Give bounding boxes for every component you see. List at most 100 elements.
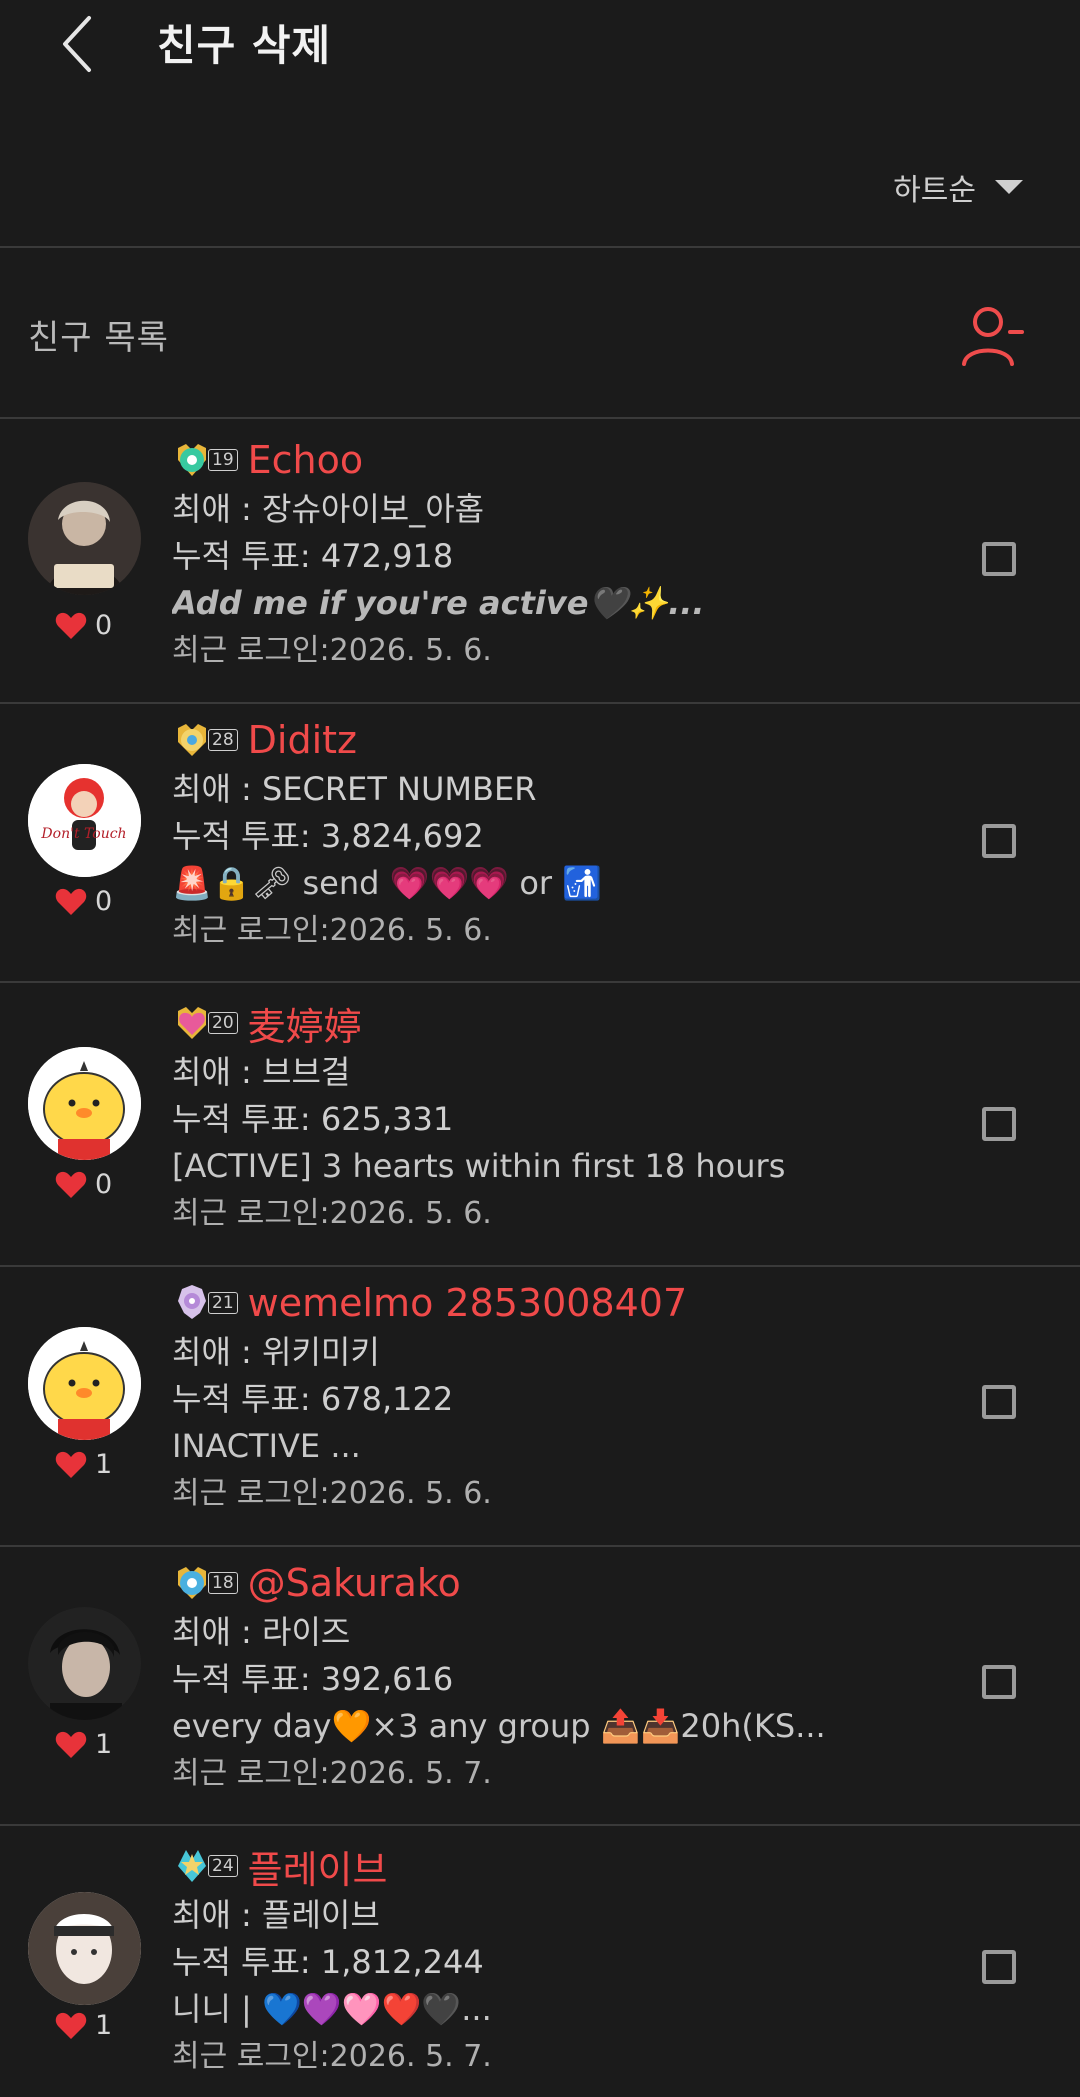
friend-row[interactable]: 0 19 Echoo 최애 : 장슈아이보_아홉 누적 투표: 472,918 …: [0, 420, 1080, 704]
back-button[interactable]: [55, 14, 105, 74]
status-message: 니니 | 💙💜🩷❤️🖤...: [172, 1990, 492, 2028]
avatar[interactable]: [28, 1892, 141, 2005]
svg-text:Don't Touch: Don't Touch: [40, 826, 126, 842]
friend-row[interactable]: 1 24 플레이브 최애 : 플레이브 누적 투표: 1,812,244 니니 …: [0, 1826, 1080, 2086]
avatar[interactable]: [28, 1607, 141, 1720]
friend-name: 플레이브: [247, 1847, 388, 1892]
select-checkbox[interactable]: [982, 542, 1016, 576]
avatar[interactable]: [28, 482, 141, 595]
user-minus-icon: [962, 307, 1024, 366]
app-screen: 친구 삭제 하트순 친구 목록 0 19 Echoo 최애: 장슈아이보_아홉…: [0, 0, 1080, 2097]
level-emblem-icon: [178, 1007, 206, 1039]
friend-row[interactable]: Don't Touch 0 28 Diditz 최애: SECRET NUMB…: [0, 704, 1080, 983]
friend-info: 18 @Sakurako 최애 : 라이즈 누적 투표: 392,616 eve…: [172, 1557, 950, 1797]
avatar-dont-touch-icon: Don't Touch: [28, 764, 141, 877]
level-emblem-icon: [178, 444, 206, 476]
heart-count-group: 0: [55, 886, 112, 917]
friend-name: 麦婷婷: [247, 1004, 362, 1049]
heart-count-group: 1: [55, 1729, 112, 1760]
level-number: 24: [208, 1855, 238, 1877]
avatar[interactable]: Don't Touch: [28, 764, 141, 877]
favorite-idol: 최애 : 브브걸: [172, 1053, 351, 1091]
select-checkbox[interactable]: [982, 1950, 1016, 1984]
heart-icon: [55, 2012, 87, 2039]
friend-info: 19 Echoo 최애 : 장슈아이보_아홉 누적 투표: 472,918 Ad…: [172, 434, 950, 674]
divider: [0, 246, 1080, 248]
heart-count-group: 1: [55, 1449, 112, 1480]
status-message: 🚨🔒🗝 send 💗💗💗 or 🚮: [172, 864, 603, 902]
sort-label: 하트순: [893, 173, 976, 208]
avatar[interactable]: [28, 1047, 141, 1160]
avatar-chick-icon: [28, 1047, 141, 1160]
heart-count-group: 0: [55, 1169, 112, 1200]
total-votes: 누적 투표: 472,918: [172, 537, 454, 575]
heart-icon: [55, 612, 87, 639]
friend-name: Diditz: [247, 718, 357, 762]
last-login: 최근 로그인:2026. 5. 6.: [172, 633, 492, 668]
status-message: Add me if you're active🖤✨...: [172, 584, 705, 622]
last-login: 최근 로그인:2026. 5. 7.: [172, 1756, 492, 1791]
divider: [0, 417, 1080, 419]
friend-name: Echoo: [247, 438, 364, 482]
heart-count: 0: [95, 610, 113, 641]
heart-count: 0: [95, 1169, 113, 1200]
level-number: 19: [208, 449, 238, 471]
status-message: every day🧡×3 any group 📤📥20h(KS...: [172, 1707, 826, 1745]
friend-list-header: 친구 목록: [0, 250, 1080, 418]
remove-friend-button[interactable]: [960, 302, 1030, 372]
heart-count: 1: [95, 1729, 113, 1760]
friend-info: 21 wemelmo 2853008407 최애 : 위키미키 누적 투표: 6…: [172, 1277, 950, 1517]
level-number: 20: [208, 1012, 238, 1034]
heart-count: 0: [95, 886, 113, 917]
level-number: 28: [208, 729, 238, 751]
level-badge: 21: [172, 1283, 238, 1323]
friend-name: @Sakurako: [247, 1561, 461, 1605]
total-votes: 누적 투표: 392,616: [172, 1660, 454, 1698]
caret-down-icon: [995, 180, 1023, 194]
total-votes: 누적 투표: 625,331: [172, 1100, 454, 1138]
heart-icon: [55, 1731, 87, 1758]
avatar-photo-icon: [28, 1607, 141, 1720]
select-checkbox[interactable]: [982, 824, 1016, 858]
heart-count: 1: [95, 1449, 113, 1480]
status-message: INACTIVE ...: [172, 1427, 361, 1465]
favorite-idol: 최애 : 라이즈: [172, 1613, 351, 1651]
friend-info: 28 Diditz 최애 : SECRET NUMBER 누적 투표: 3,82…: [172, 714, 950, 954]
level-emblem-icon: [178, 1285, 206, 1319]
level-badge: 24: [172, 1846, 238, 1886]
status-message: [ACTIVE] 3 hearts within first 18 hours: [172, 1147, 786, 1185]
level-number: 21: [208, 1292, 238, 1314]
sort-dropdown[interactable]: 하트순: [893, 165, 1024, 209]
avatar[interactable]: [28, 1327, 141, 1440]
level-number: 18: [208, 1572, 238, 1594]
favorite-idol: 최애 : 플레이브: [172, 1896, 380, 1934]
level-badge: 18: [172, 1563, 238, 1603]
select-checkbox[interactable]: [982, 1107, 1016, 1141]
select-checkbox[interactable]: [982, 1385, 1016, 1419]
avatar-photo-icon: [28, 1892, 141, 2005]
heart-icon: [55, 1171, 87, 1198]
favorite-idol: 최애 : 장슈아이보_아홉: [172, 490, 485, 528]
last-login: 최근 로그인:2026. 5. 6.: [172, 913, 492, 948]
heart-icon: [55, 1451, 87, 1478]
heart-icon: [55, 888, 87, 915]
friend-list: 0 19 Echoo 최애 : 장슈아이보_아홉 누적 투표: 472,918 …: [0, 420, 1080, 2086]
friend-row[interactable]: 1 18 @Sakurako 최애 : 라이즈 누적 투표: 392,616 e…: [0, 1547, 1080, 1826]
friend-info: 20 麦婷婷 최애 : 브브걸 누적 투표: 625,331 [ACTIVE] …: [172, 997, 950, 1237]
avatar-photo-icon: [28, 482, 141, 595]
friend-row[interactable]: 0 20 麦婷婷 최애 : 브브걸 누적 투표: 625,331 [ACTIVE…: [0, 983, 1080, 1267]
top-bar: 친구 삭제: [0, 0, 1080, 90]
page-title: 친구 삭제: [157, 21, 332, 70]
chevron-left-icon: [63, 16, 91, 72]
level-badge: 28: [172, 720, 238, 760]
total-votes: 누적 투표: 678,122: [172, 1380, 454, 1418]
friend-info: 24 플레이브 최애 : 플레이브 누적 투표: 1,812,244 니니 | …: [172, 1840, 950, 2080]
total-votes: 누적 투표: 3,824,692: [172, 817, 484, 855]
level-badge: 19: [172, 440, 238, 480]
favorite-idol: 최애 : SECRET NUMBER: [172, 770, 537, 808]
level-badge: 20: [172, 1003, 238, 1043]
heart-count: 1: [95, 2010, 113, 2041]
select-checkbox[interactable]: [982, 1665, 1016, 1699]
friend-row[interactable]: 1 21 wemelmo 2853008407 최애 : 위키미키 누적 투표:…: [0, 1267, 1080, 1547]
friend-list-title: 친구 목록: [28, 318, 169, 358]
